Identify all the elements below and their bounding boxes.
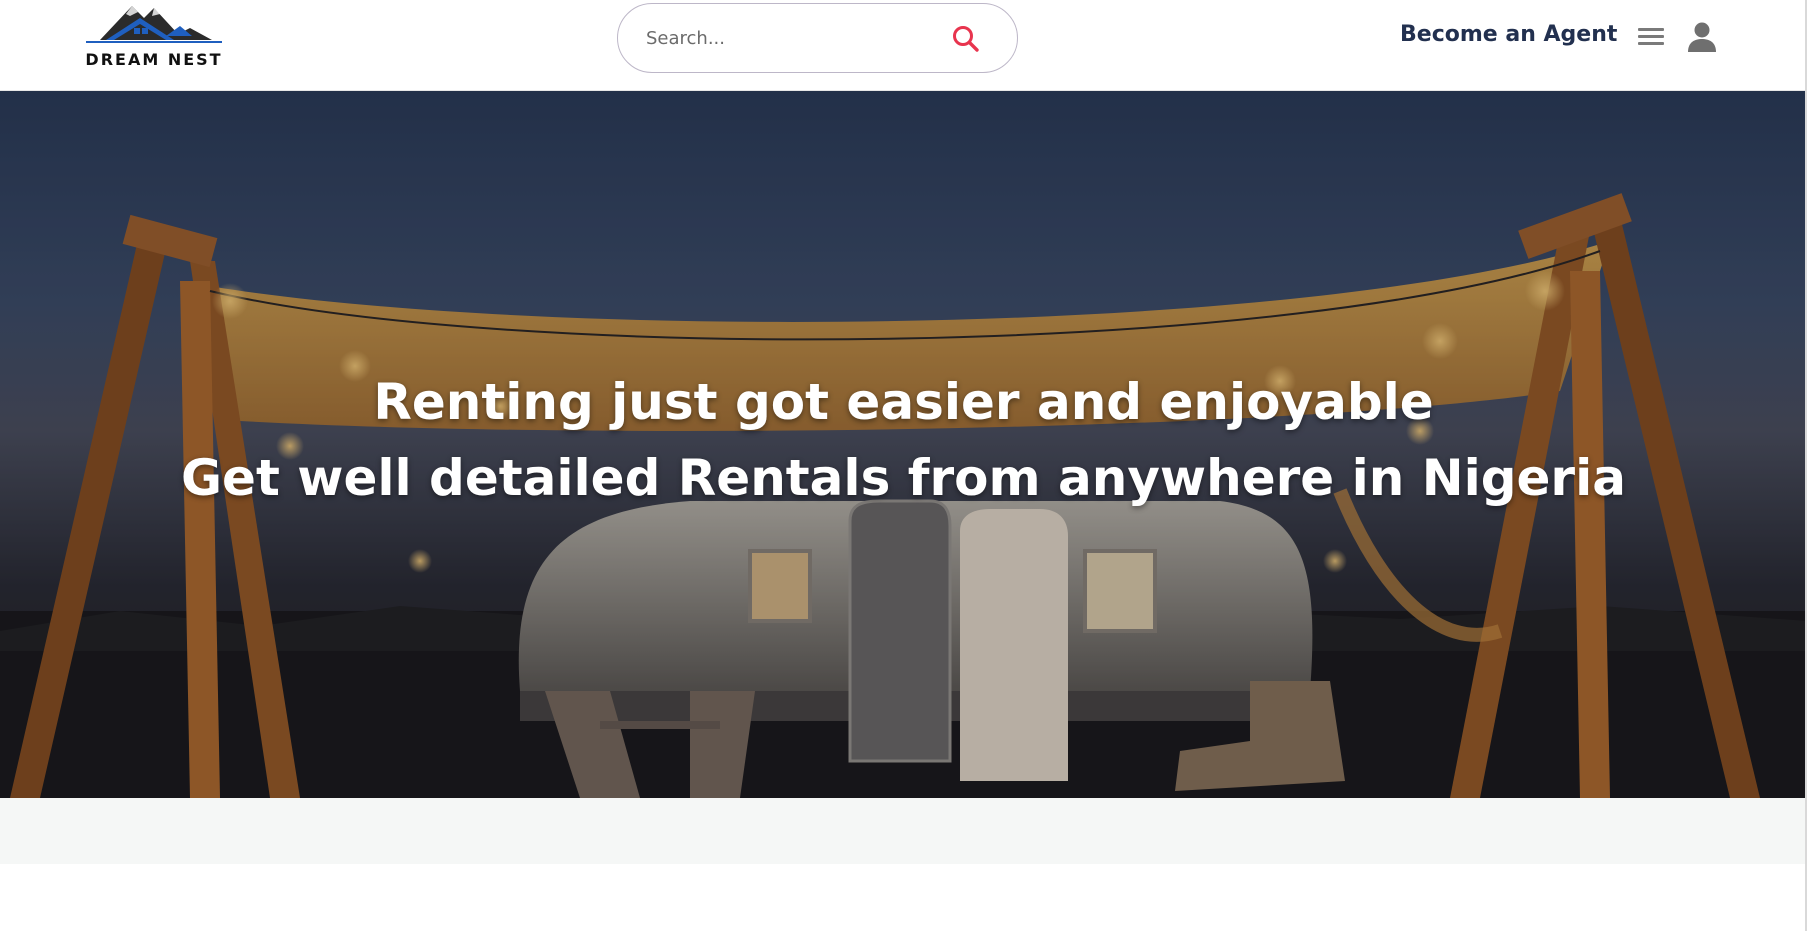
hero-overlay: [0, 91, 1807, 798]
menu-button[interactable]: [1636, 24, 1666, 52]
search-icon: [953, 26, 979, 52]
mountain-house-logo-icon: [86, 6, 222, 43]
hero-banner: Renting just got easier and enjoyable Ge…: [0, 91, 1807, 798]
search-button[interactable]: [948, 21, 984, 57]
user-icon: [1688, 22, 1716, 52]
hero-headline: Renting just got easier and enjoyable: [373, 373, 1434, 431]
user-account-button[interactable]: [1686, 20, 1718, 54]
section-divider-band: [0, 798, 1807, 864]
search-bar: [617, 3, 1018, 73]
page-content-area: [0, 864, 1807, 931]
become-agent-link[interactable]: Become an Agent: [1400, 22, 1617, 54]
brand-logo[interactable]: DREAM NEST: [84, 0, 224, 72]
brand-name: DREAM NEST: [85, 50, 223, 69]
hamburger-icon: [1636, 28, 1666, 45]
search-input[interactable]: [646, 22, 946, 54]
top-navbar: DREAM NEST Become an Agent: [0, 0, 1807, 91]
hero-subheadline: Get well detailed Rentals from anywhere …: [181, 449, 1626, 507]
